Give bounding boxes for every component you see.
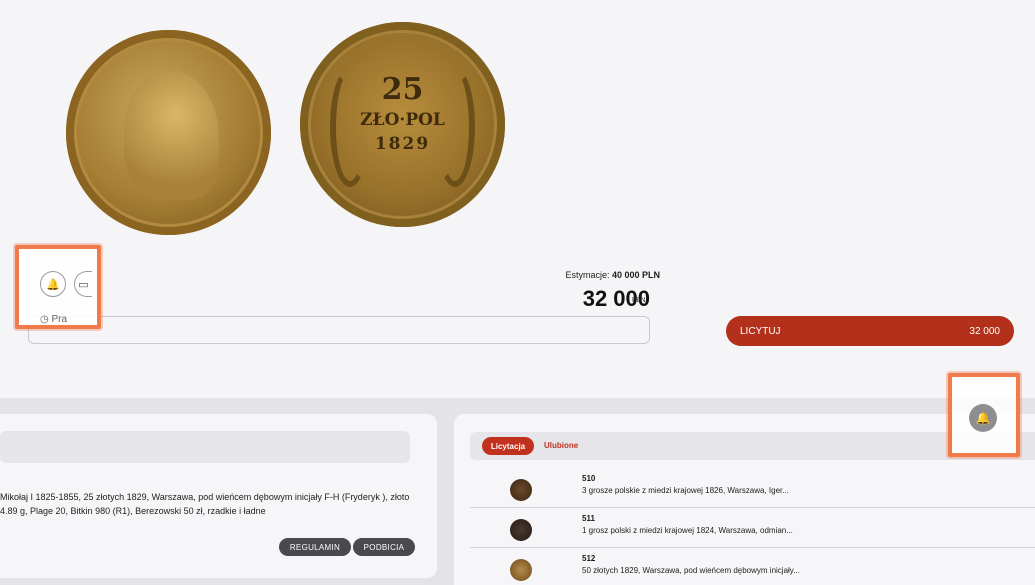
bid-button-label: LICYTUJ xyxy=(740,325,781,337)
lot-thumbnail xyxy=(510,479,532,501)
lot-thumbnail xyxy=(510,519,532,541)
current-price: 32 000 xyxy=(582,286,650,311)
lot-header-section: 25 ZŁO·POL 1829 Estymacje: 40 000 PLN 32… xyxy=(0,0,1035,398)
estimate-label: Estymacje: xyxy=(565,270,610,280)
lot-number: 511 xyxy=(582,514,595,523)
lot-thumbnail xyxy=(510,559,532,581)
bid-button-amount: 32 000 xyxy=(969,325,1000,337)
bid-button[interactable]: LICYTUJ 32 000 xyxy=(726,316,1014,346)
coin-denomination: 25 xyxy=(381,72,424,107)
tab-favourites[interactable]: Ulubione xyxy=(544,441,578,450)
coin-obverse-image[interactable] xyxy=(66,30,271,235)
lot-title: 50 złotych 1829, Warszawa, pod wieńcem d… xyxy=(582,566,800,575)
tab-auction[interactable]: Licytacja xyxy=(482,437,534,455)
search-field[interactable] xyxy=(28,316,650,344)
description-card-header xyxy=(0,431,410,463)
lot-title: 3 grosze polskie z miedzi krajowej 1826,… xyxy=(582,486,789,495)
bid-increments-button[interactable]: PODBICIA xyxy=(353,538,415,556)
coin-portrait xyxy=(124,70,219,200)
lot-row[interactable]: 511 1 grosz polski z miedzi krajowej 182… xyxy=(470,510,1035,548)
bell-icon[interactable]: 🔔 xyxy=(40,271,66,297)
estimate-value: 40 000 PLN xyxy=(611,270,660,280)
lot-description: Mikołaj I 1825-1855, 25 złotych 1829, Wa… xyxy=(0,492,410,516)
lot-number: 512 xyxy=(582,554,596,563)
lot-row[interactable]: 510 3 grosze polskie z miedzi krajowej 1… xyxy=(470,470,1035,508)
lot-number: 510 xyxy=(582,474,596,483)
coin-year: 1829 xyxy=(374,134,431,154)
lot-title: 1 grosz polski z miedzi krajowej 1824, W… xyxy=(582,526,793,535)
estimate-line: Estymacje: 40 000 PLN xyxy=(520,270,660,280)
description-card: Mikołaj I 1825-1855, 25 złotych 1829, Wa… xyxy=(0,414,437,578)
coin-unit: ZŁO·POL xyxy=(360,110,445,130)
search-placeholder: ◷ Pra xyxy=(40,314,68,325)
coin-reverse-image[interactable]: 25 ZŁO·POL 1829 xyxy=(300,22,505,227)
price-currency: PLN xyxy=(632,297,646,304)
notify-bell-icon[interactable]: 🔔 xyxy=(969,404,997,432)
lot-row[interactable]: 512 50 złotych 1829, Warszawa, pod wieńc… xyxy=(470,550,1035,585)
regulations-button[interactable]: REGULAMIN xyxy=(279,538,351,556)
search-placeholder-text: Pra xyxy=(51,314,68,325)
page: 25 ZŁO·POL 1829 Estymacje: 40 000 PLN 32… xyxy=(0,0,1035,585)
